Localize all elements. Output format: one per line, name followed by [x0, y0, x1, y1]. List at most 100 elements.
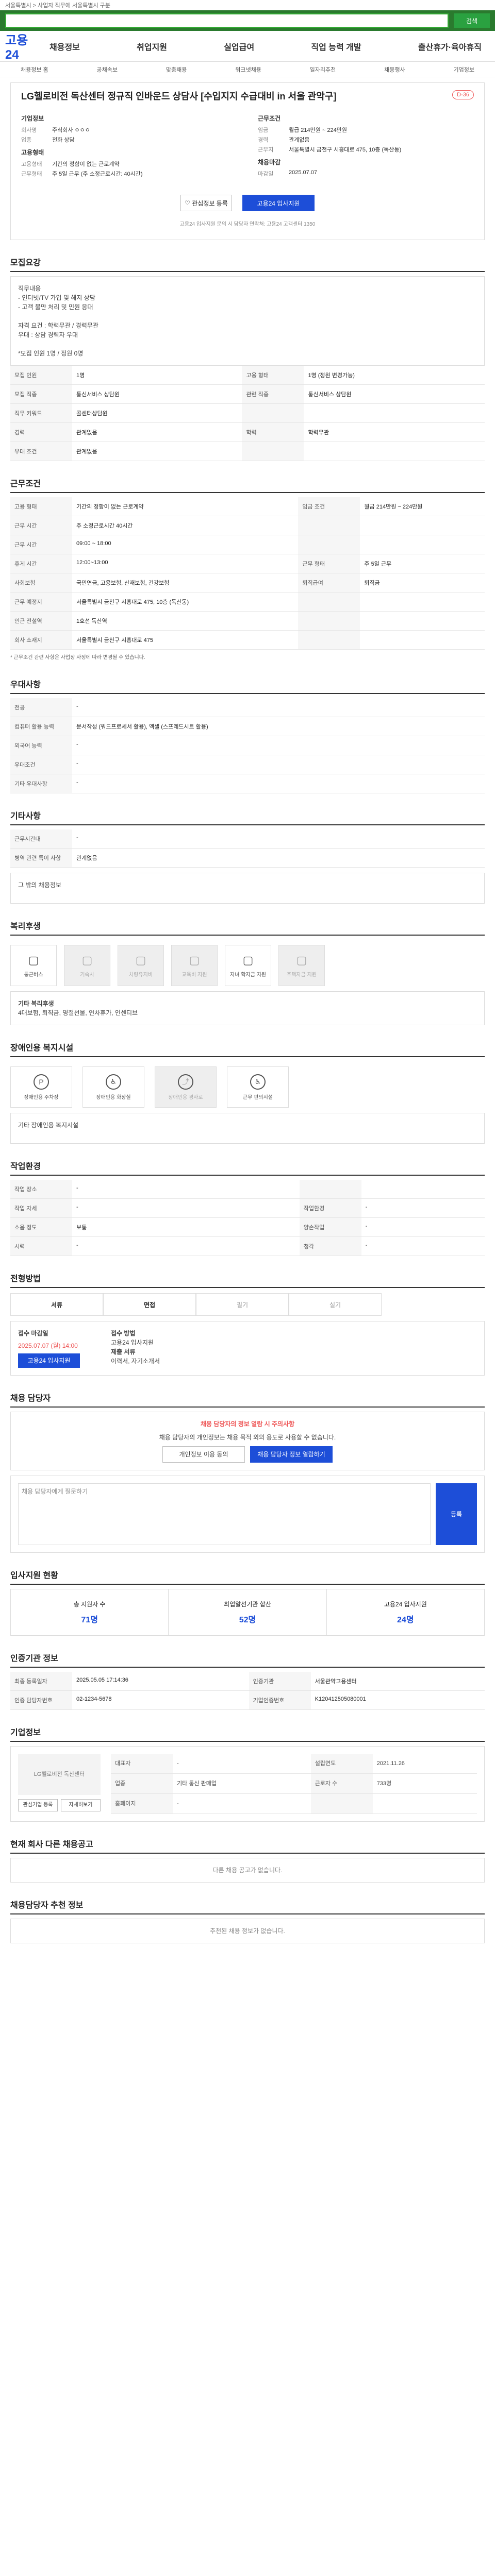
row-label: 사회보험 [10, 573, 72, 592]
table-row: 경력 관계없음 학력 학력무관 [10, 422, 485, 442]
table-row: 근무시간대 - [10, 829, 485, 849]
apply-tab-practical[interactable]: 실기 [289, 1293, 382, 1316]
disability-item: ♿ 장애인용 화장실 [82, 1066, 144, 1108]
row-label: 컴퓨터 활용 능력 [10, 717, 72, 736]
stat-item: 최업알선기관 합산 52명 [169, 1589, 327, 1635]
gnb-item[interactable]: 취업지원 [137, 40, 167, 53]
table-row: 모집 인원 1명 고용 형태 1명 (정원 변경가능) [10, 366, 485, 385]
follow-company-button[interactable]: 관심기업 등록 [18, 1799, 58, 1811]
benefit-icon: ▢ [81, 953, 93, 967]
accessibility-icon: ♿ [250, 1074, 266, 1090]
search-input[interactable] [5, 13, 449, 28]
apply-tab-written[interactable]: 필기 [196, 1293, 289, 1316]
benefit-section: 복리후생 ▢ 통근버스 ▢ 기숙사 ▢ 차량유지비 ▢ 교육비 지원 ▢ 자녀 학자금 지원 ▢ 주택… [10, 919, 485, 1025]
row-value: 09:00 ~ 18:00 [72, 535, 299, 554]
search-button[interactable]: 검색 [454, 13, 490, 28]
table-row: 작업 장소 - [10, 1180, 485, 1199]
row-value: - [72, 829, 485, 849]
row-label: 시력 [10, 1236, 72, 1256]
stat-value: 71명 [81, 1616, 98, 1624]
method-label: 접수 방법 [111, 1330, 136, 1337]
sub-nav-item[interactable]: 공채속보 [97, 65, 118, 74]
recruit-table: 모집 인원 1명 고용 형태 1명 (정원 변경가능) 모집 직종 통신서비스 상담원 관련… [10, 366, 485, 461]
save-button[interactable]: ♡ 관심정보 등록 [180, 195, 232, 211]
gnb-item[interactable]: 직업 능력 개발 [311, 40, 361, 53]
sub-nav-item[interactable]: 채용정보 홈 [21, 65, 48, 74]
benefit-item: ▢ 교육비 지원 [171, 945, 218, 986]
stat-label: 고용24 입사지원 [384, 1601, 427, 1608]
section-title: 인증기관 정보 [10, 1651, 485, 1668]
view-contact-button[interactable]: 채용 담당자 정보 열람하기 [250, 1446, 333, 1463]
section-title: 현재 회사 다른 채용공고 [10, 1837, 485, 1854]
row-value: 서울특별시 금천구 시흥대로 475 [72, 630, 299, 650]
disability-label: 장애인용 경사로 [168, 1094, 203, 1100]
row-label: 모집 인원 [10, 366, 72, 385]
company-heading: 기업정보 [21, 115, 44, 122]
table-row: 컴퓨터 활용 능력 문서작성 (워드프로세서 활용), 엑셀 (스프레드시트 활용… [10, 717, 485, 736]
kv-value: 주식회사 ㅇㅇㅇ [52, 127, 90, 133]
row-label: 작업 장소 [10, 1180, 72, 1199]
cert-section: 인증기관 정보 최종 등록일자 2025.05.05 17:14:36 인증기관 서울… [10, 1651, 485, 1710]
row-value: - [173, 1793, 311, 1814]
sub-nav-item[interactable]: 워크넷채용 [235, 65, 261, 74]
section-title: 전형방법 [10, 1272, 485, 1288]
benefit-icon: ▢ [28, 953, 39, 967]
disability-label: 장애인용 주차장 [24, 1094, 59, 1100]
apply-tab-document[interactable]: 서류 [10, 1293, 103, 1316]
accessibility-icon: ⤴ [178, 1074, 193, 1090]
section-title: 근무조건 [10, 477, 485, 493]
apply-info: 접수 마감일 2025.07.07 (월) 14:00 고용24 입사지원 접수 방… [10, 1321, 485, 1376]
row-label [298, 535, 360, 554]
table-row: 시력 - 청각 - [10, 1236, 485, 1256]
row-value: K120412505080001 [310, 1690, 485, 1710]
row-label: 고용 형태 [10, 497, 72, 516]
row-label: 근무시간대 [10, 829, 72, 849]
apply-button[interactable]: 고용24 입사지원 [242, 195, 315, 211]
apply-now-button[interactable]: 고용24 입사지원 [18, 1353, 80, 1368]
row-value: 통신서비스 상담원 [72, 384, 242, 404]
sub-nav-item[interactable]: 맞춤채용 [166, 65, 187, 74]
etc-extra: 그 밖의 채용정보 [10, 873, 485, 904]
sub-nav-item[interactable]: 채용행사 [384, 65, 405, 74]
row-label: 외국어 능력 [10, 736, 72, 755]
qa-submit-button[interactable]: 등록 [436, 1483, 477, 1545]
table-row: 기타 우대사항 - [10, 774, 485, 793]
sub-nav-item[interactable]: 일자리추천 [310, 65, 336, 74]
recruit-line: 자격 요건 : 학력무관 / 경력무관 [18, 322, 98, 329]
benefit-label: 기숙사 [80, 972, 94, 978]
row-value: 콜센터상담원 [72, 403, 242, 423]
apply-tab-interview[interactable]: 면접 [103, 1293, 196, 1316]
work-note: * 근무조건 관련 사항은 사업장 사정에 따라 변경될 수 있습니다. [10, 655, 145, 660]
row-value: - [361, 1198, 485, 1218]
env-table: 작업 장소 - 작업 자세 - 작업환경 - 소음 정도 보통 양손작업 - 시력 - 청각 - [10, 1180, 485, 1256]
deadline-value: 2025.07.07 (월) 14:00 [18, 1342, 78, 1349]
benefit-item: ▢ 차량유지비 [118, 945, 164, 986]
dday-badge: D-36 [452, 90, 474, 99]
logo[interactable]: 고용24 [5, 30, 41, 62]
row-value: 국민연금, 고용보험, 산재보험, 건강보험 [72, 573, 299, 592]
section-title: 모집요강 [10, 256, 485, 272]
gnb-item[interactable]: 실업급여 [224, 40, 254, 53]
cond-heading: 근무조건 [258, 115, 281, 122]
table-row: 근무 시간 09:00 ~ 18:00 [10, 535, 485, 554]
row-label: 우대 조건 [10, 442, 72, 461]
row-label: 청각 [299, 1236, 361, 1256]
company-detail-button[interactable]: 자세히보기 [61, 1799, 101, 1811]
company-name: LG헬로비전 독산센터 [18, 1754, 101, 1795]
row-value [360, 592, 485, 612]
qa-input[interactable]: 채용 담당자에게 질문하기 [18, 1483, 431, 1545]
sub-nav-item[interactable]: 기업정보 [453, 65, 474, 74]
recruit-line [18, 340, 477, 349]
benefit-item: ▢ 자녀 학자금 지원 [225, 945, 271, 986]
row-value [361, 1180, 485, 1199]
consent-button[interactable]: 개인정보 이용 동의 [162, 1446, 245, 1463]
row-label: 전공 [10, 698, 72, 717]
table-row: 우대조건 - [10, 755, 485, 774]
gnb-item[interactable]: 채용정보 [50, 40, 80, 53]
gnb-item[interactable]: 출산휴가·육아휴직 [418, 40, 482, 53]
sub-nav: 채용정보 홈 공채속보 맞춤채용 워크넷채용 일자리추천 채용행사 기업정보 [0, 62, 495, 77]
job-title: LG헬로비전 독산센터 정규직 인바운드 상담사 [수입지지 수급대비 in 서… [21, 91, 337, 101]
row-value: - [173, 1754, 311, 1774]
table-row: 업종 기타 통신 판매업 근로자 수 733명 [111, 1773, 477, 1794]
apply-section: 전형방법 서류 면접 필기 실기 접수 마감일 2025.07.07 (월) 14… [10, 1272, 485, 1376]
